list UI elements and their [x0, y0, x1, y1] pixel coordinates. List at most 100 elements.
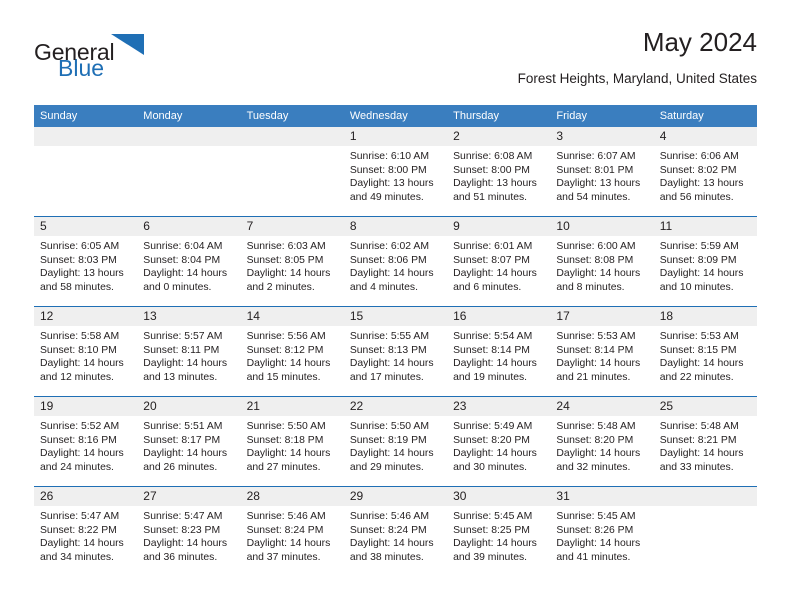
- day-number: 16: [453, 309, 467, 323]
- calendar-day-cell[interactable]: 7 Sunrise: 6:03 AM Sunset: 8:05 PM Daylight…: [240, 217, 344, 306]
- day-number: 24: [556, 399, 570, 413]
- daylight-text: Daylight: 13 hours: [659, 178, 744, 190]
- daylight-text: and 8 minutes.: [556, 281, 625, 293]
- day-number: 26: [40, 489, 54, 503]
- daylight-text: Daylight: 14 hours: [659, 268, 744, 280]
- calendar-day-cell-empty: [240, 127, 344, 216]
- daylight-text: and 29 minutes.: [349, 461, 424, 473]
- day-number-band: 2: [447, 127, 551, 146]
- calendar-day-cell[interactable]: 3 Sunrise: 6:07 AM Sunset: 8:01 PM Daylight…: [550, 127, 654, 216]
- daylight-text: and 51 minutes.: [453, 191, 528, 203]
- day-number-band: 4: [653, 127, 757, 146]
- day-number-band: 5: [34, 217, 138, 236]
- sunrise-text: Sunrise: 5:56 AM: [246, 331, 326, 342]
- day-number-band: 21: [240, 397, 344, 416]
- daylight-text: Daylight: 14 hours: [556, 268, 641, 280]
- page-title: May 2024: [642, 27, 757, 57]
- calendar-day-cell[interactable]: 23 Sunrise: 5:49 AM Sunset: 8:20 PM Dayligh…: [447, 397, 551, 486]
- calendar-day-cell[interactable]: 5 Sunrise: 6:05 AM Sunset: 8:03 PM Daylight…: [34, 217, 138, 306]
- calendar-day-cell[interactable]: 15 Sunrise: 5:55 AM Sunset: 8:13 PM Dayligh…: [343, 307, 448, 396]
- calendar-day-cell[interactable]: 19 Sunrise: 5:52 AM Sunset: 8:16 PM Dayligh…: [34, 397, 138, 486]
- daylight-text: Daylight: 14 hours: [143, 448, 228, 460]
- sunrise-text: Sunrise: 5:51 AM: [143, 421, 223, 432]
- sunset-text: Sunset: 8:17 PM: [143, 434, 221, 446]
- day-number-band: 25: [653, 397, 757, 416]
- day-number-band: 22: [343, 397, 448, 416]
- sunrise-text: Sunrise: 5:50 AM: [349, 421, 429, 432]
- calendar-day-cell[interactable]: 20 Sunrise: 5:51 AM Sunset: 8:17 PM Dayligh…: [137, 397, 241, 486]
- brand-logo[interactable]: General Blue: [34, 34, 234, 92]
- day-number-band: 18: [653, 307, 757, 326]
- calendar-day-cell[interactable]: 30 Sunrise: 5:45 AM Sunset: 8:25 PM Dayligh…: [447, 487, 551, 576]
- day-number: 1: [349, 129, 357, 143]
- calendar-day-cell[interactable]: 25 Sunrise: 5:48 AM Sunset: 8:21 PM Dayligh…: [653, 397, 757, 486]
- day-number: 15: [349, 309, 364, 323]
- calendar-week-row: 26 Sunrise: 5:47 AM Sunset: 8:22 PM Dayligh…: [34, 486, 757, 576]
- daylight-text: and 39 minutes.: [453, 551, 528, 563]
- calendar-day-cell[interactable]: 28 Sunrise: 5:46 AM Sunset: 8:24 PM Dayligh…: [240, 487, 344, 576]
- calendar-day-cell[interactable]: 26 Sunrise: 5:47 AM Sunset: 8:22 PM Dayligh…: [34, 487, 138, 576]
- calendar-day-cell[interactable]: 10 Sunrise: 6:00 AM Sunset: 8:08 PM Dayligh…: [550, 217, 654, 306]
- calendar-day-cell[interactable]: 16 Sunrise: 5:54 AM Sunset: 8:14 PM Dayligh…: [447, 307, 551, 396]
- day-sun-info: Sunrise: 5:50 AM Sunset: 8:19 PM Daylight:…: [344, 416, 447, 474]
- sunrise-text: Sunrise: 6:06 AM: [659, 151, 739, 162]
- calendar-day-cell[interactable]: 2 Sunrise: 6:08 AM Sunset: 8:00 PM Daylight…: [447, 127, 551, 216]
- day-number: 7: [246, 219, 254, 233]
- calendar-day-cell[interactable]: 31 Sunrise: 5:45 AM Sunset: 8:26 PM Dayligh…: [550, 487, 654, 576]
- daylight-text: and 6 minutes.: [453, 281, 522, 293]
- day-sun-info: Sunrise: 5:45 AM Sunset: 8:26 PM Daylight:…: [550, 506, 653, 564]
- sunrise-text: Sunrise: 5:52 AM: [40, 421, 120, 432]
- sunset-text: Sunset: 8:15 PM: [659, 344, 737, 356]
- sunset-text: Sunset: 8:11 PM: [143, 344, 220, 356]
- calendar-day-cell[interactable]: 9 Sunrise: 6:01 AM Sunset: 8:07 PM Daylight…: [447, 217, 551, 306]
- calendar-day-cell[interactable]: 1 Sunrise: 6:10 AM Sunset: 8:00 PM Daylight…: [343, 127, 448, 216]
- day-number: 9: [453, 219, 460, 233]
- day-number-band: 8: [343, 217, 448, 236]
- weekday-header-wednesday: Wednesday: [349, 110, 408, 122]
- day-sun-info: Sunrise: 5:57 AM Sunset: 8:11 PM Daylight:…: [137, 326, 240, 384]
- daylight-text: Daylight: 14 hours: [349, 358, 434, 370]
- day-sun-info: Sunrise: 5:47 AM Sunset: 8:23 PM Daylight:…: [137, 506, 240, 564]
- day-number: 25: [659, 399, 674, 413]
- sunrise-text: Sunrise: 5:58 AM: [40, 331, 120, 342]
- daylight-text: Daylight: 14 hours: [40, 538, 124, 550]
- calendar-day-cell[interactable]: 22 Sunrise: 5:50 AM Sunset: 8:19 PM Dayligh…: [343, 397, 448, 486]
- day-sun-info: Sunrise: 5:46 AM Sunset: 8:24 PM Daylight:…: [241, 506, 344, 564]
- daylight-text: Daylight: 14 hours: [349, 268, 434, 280]
- day-number-band: 11: [653, 217, 757, 236]
- weekday-header-row: Sunday Monday Tuesday Wednesday Thursday Frid…: [34, 105, 757, 127]
- calendar-day-cell[interactable]: 18 Sunrise: 5:53 AM Sunset: 8:15 PM Dayligh…: [653, 307, 757, 396]
- day-number-band: [34, 127, 138, 146]
- day-number-band: 16: [447, 307, 551, 326]
- calendar-day-cell[interactable]: 8 Sunrise: 6:02 AM Sunset: 8:06 PM Daylight…: [343, 217, 448, 306]
- day-sun-info: Sunrise: 6:01 AM Sunset: 8:07 PM Daylight:…: [447, 236, 550, 294]
- calendar-day-cell[interactable]: 24 Sunrise: 5:48 AM Sunset: 8:20 PM Dayligh…: [550, 397, 654, 486]
- day-number-band: 13: [137, 307, 241, 326]
- calendar-day-cell[interactable]: 13 Sunrise: 5:57 AM Sunset: 8:11 PM Dayligh…: [137, 307, 241, 396]
- calendar-day-cell[interactable]: 12 Sunrise: 5:58 AM Sunset: 8:10 PM Dayligh…: [34, 307, 138, 396]
- weekday-header-friday: Friday: [556, 110, 587, 122]
- calendar-day-cell[interactable]: 4 Sunrise: 6:06 AM Sunset: 8:02 PM Daylight…: [653, 127, 757, 216]
- day-sun-info: Sunrise: 5:48 AM Sunset: 8:20 PM Daylight:…: [550, 416, 653, 474]
- calendar-day-cell[interactable]: 27 Sunrise: 5:47 AM Sunset: 8:23 PM Dayligh…: [137, 487, 241, 576]
- day-number: 4: [659, 129, 667, 143]
- sunrise-text: Sunrise: 5:48 AM: [556, 421, 636, 432]
- daylight-text: and 10 minutes.: [659, 281, 734, 293]
- calendar-day-cell[interactable]: 21 Sunrise: 5:50 AM Sunset: 8:18 PM Dayligh…: [240, 397, 344, 486]
- weekday-header-monday: Monday: [143, 110, 183, 122]
- day-sun-info: Sunrise: 5:55 AM Sunset: 8:13 PM Daylight:…: [344, 326, 447, 384]
- sunset-text: Sunset: 8:06 PM: [349, 254, 427, 266]
- calendar-weeks: 1 Sunrise: 6:10 AM Sunset: 8:00 PM Daylight…: [34, 127, 757, 576]
- daylight-text: Daylight: 13 hours: [349, 178, 434, 190]
- calendar-day-cell[interactable]: 17 Sunrise: 5:53 AM Sunset: 8:14 PM Dayligh…: [550, 307, 654, 396]
- sunset-text: Sunset: 8:02 PM: [659, 164, 737, 176]
- calendar-day-cell[interactable]: 11 Sunrise: 5:59 AM Sunset: 8:09 PM Dayligh…: [653, 217, 757, 306]
- calendar-day-cell[interactable]: 29 Sunrise: 5:46 AM Sunset: 8:24 PM Dayligh…: [343, 487, 448, 576]
- sunset-text: Sunset: 8:16 PM: [40, 434, 117, 446]
- sunset-text: Sunset: 8:00 PM: [453, 164, 530, 176]
- sunset-text: Sunset: 8:07 PM: [453, 254, 530, 266]
- day-sun-info: Sunrise: 5:45 AM Sunset: 8:25 PM Daylight:…: [447, 506, 550, 564]
- sunrise-text: Sunrise: 5:45 AM: [556, 511, 636, 522]
- calendar-day-cell[interactable]: 14 Sunrise: 5:56 AM Sunset: 8:12 PM Dayligh…: [240, 307, 344, 396]
- calendar-day-cell[interactable]: 6 Sunrise: 6:04 AM Sunset: 8:04 PM Daylight…: [137, 217, 241, 306]
